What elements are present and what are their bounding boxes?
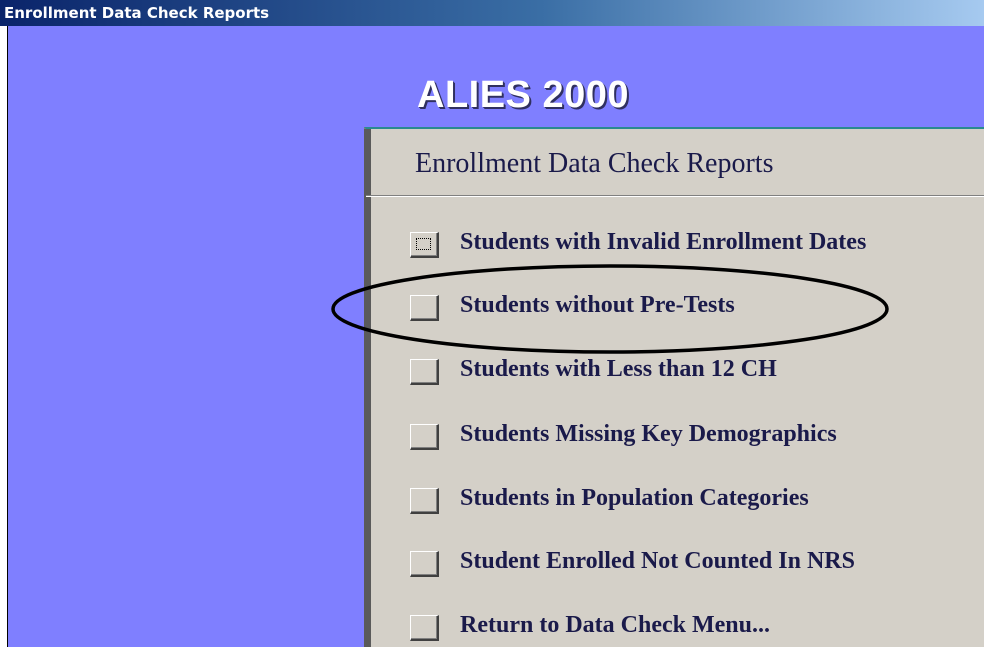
return-to-menu-button[interactable]: [410, 615, 439, 641]
window-title: Enrollment Data Check Reports: [4, 4, 270, 22]
panel-divider: [366, 195, 984, 197]
app-title: ALIES 2000: [417, 74, 629, 116]
less-than-12-ch-button[interactable]: [410, 359, 439, 385]
invalid-enrollment-dates-button[interactable]: [410, 232, 439, 258]
less-than-12-ch-label[interactable]: Students with Less than 12 CH: [460, 356, 777, 383]
not-counted-nrs-button[interactable]: [410, 551, 439, 577]
not-counted-nrs-label[interactable]: Student Enrolled Not Counted In NRS: [460, 548, 855, 575]
missing-demographics-button[interactable]: [410, 424, 439, 450]
highlight-ellipse: [331, 264, 889, 354]
panel-shadow: [364, 129, 371, 647]
return-to-menu-label[interactable]: Return to Data Check Menu...: [460, 612, 770, 639]
panel-heading: Enrollment Data Check Reports: [415, 148, 774, 179]
invalid-enrollment-dates-label[interactable]: Students with Invalid Enrollment Dates: [460, 229, 866, 256]
population-categories-label[interactable]: Students in Population Categories: [460, 485, 809, 512]
population-categories-button[interactable]: [410, 488, 439, 514]
title-bar[interactable]: Enrollment Data Check Reports: [0, 0, 984, 26]
missing-demographics-label[interactable]: Students Missing Key Demographics: [460, 421, 837, 448]
